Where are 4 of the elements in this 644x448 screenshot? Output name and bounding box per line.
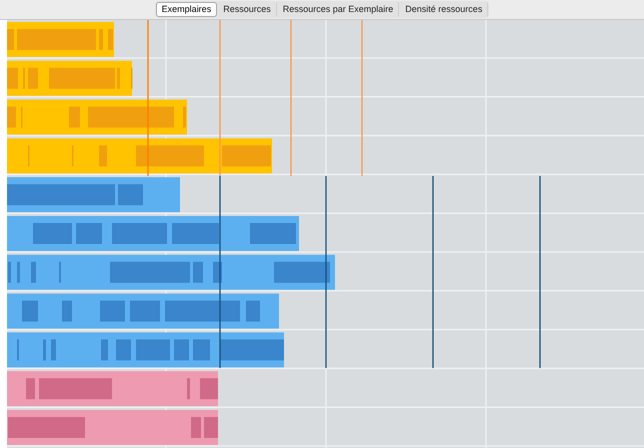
tab[interactable]: Exemplaires [156,2,218,17]
tab[interactable]: Ressources par Exemplaire [276,2,400,17]
tab[interactable]: Densité ressources [399,2,488,17]
tab[interactable]: Ressources [217,2,277,17]
